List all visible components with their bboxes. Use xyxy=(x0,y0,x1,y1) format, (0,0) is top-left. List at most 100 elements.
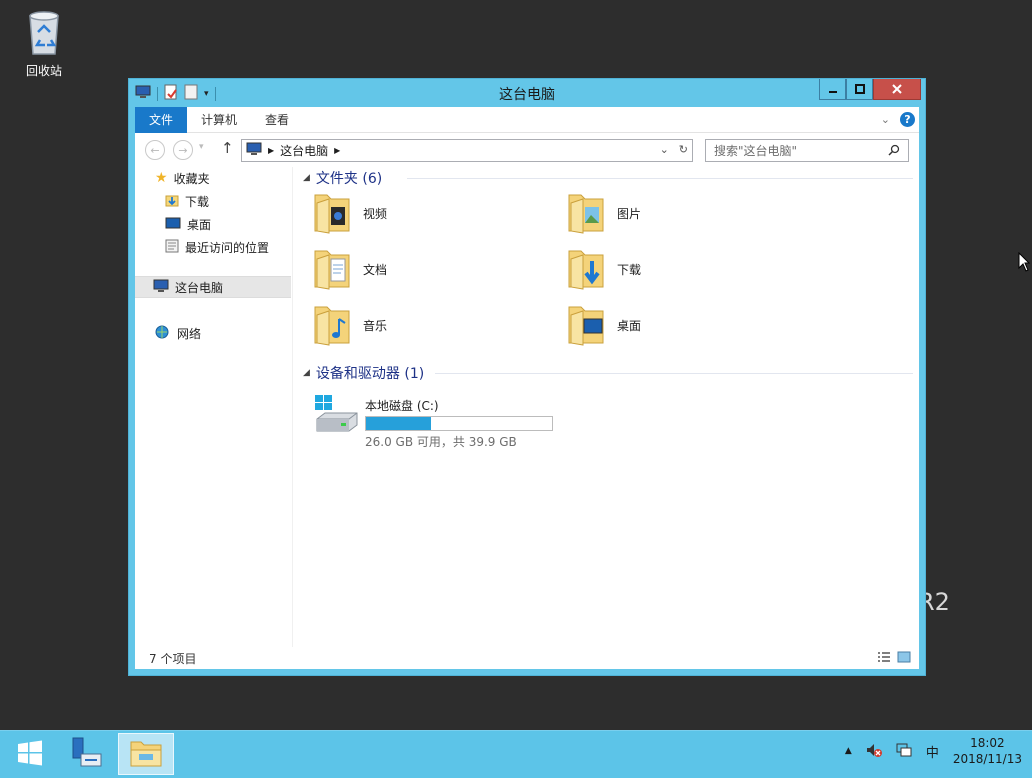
nav-network[interactable]: 网络 xyxy=(155,322,201,344)
nav-favorites-label: 收藏夹 xyxy=(173,171,210,186)
clock-time: 18:02 xyxy=(970,736,1005,750)
folder-item[interactable]: 图片 xyxy=(567,189,641,238)
folder-label: 桌面 xyxy=(617,319,642,333)
folder-label: 音乐 xyxy=(363,319,388,333)
network-icon xyxy=(155,325,171,342)
folder-item[interactable]: 桌面 xyxy=(567,301,641,350)
drive-usage-bar xyxy=(365,416,553,431)
folder-label: 文档 xyxy=(363,263,388,277)
folders-group-header[interactable]: ◢ 文件夹 (6) xyxy=(303,168,382,188)
collapse-triangle-icon[interactable]: ◢ xyxy=(303,368,310,378)
back-button[interactable]: ← xyxy=(145,140,165,160)
drive-usage-fill xyxy=(366,417,432,430)
explorer-window: ▾ 这台电脑 文件 计算机 查看 ⌄ ? ← → ▾ ↑ ▶ 这台电脑 ▶ ⌄ … xyxy=(128,78,926,676)
maximize-button[interactable] xyxy=(846,79,873,100)
drive-label: 本地磁盘 (C:) xyxy=(365,399,439,413)
group-divider xyxy=(407,178,913,179)
pictures-folder-icon xyxy=(567,189,607,238)
videos-folder-icon xyxy=(313,189,353,238)
breadcrumb-separator-icon[interactable]: ▶ xyxy=(268,146,274,155)
refresh-icon[interactable]: ↻ xyxy=(679,143,688,156)
nav-downloads-label: 下载 xyxy=(185,194,210,209)
details-view-icon[interactable] xyxy=(877,651,891,666)
desktop-folder-icon xyxy=(567,301,607,350)
nav-recent-places[interactable]: 最近访问的位置 xyxy=(165,236,269,258)
nav-downloads[interactable]: 下载 xyxy=(165,190,209,212)
recent-places-icon xyxy=(165,239,179,256)
window-title: 这台电脑 xyxy=(499,87,555,103)
folder-label: 下载 xyxy=(617,263,642,277)
star-icon: ★ xyxy=(155,170,168,186)
search-input[interactable]: 搜索"这台电脑" xyxy=(705,139,909,162)
start-button[interactable] xyxy=(2,733,58,775)
taskbar: ▲ 中 18:02 2018/11/13 xyxy=(0,730,1032,778)
title-bar[interactable]: ▾ 这台电脑 xyxy=(129,79,925,107)
tab-view[interactable]: 查看 xyxy=(251,108,303,132)
back-arrow-icon: ← xyxy=(150,143,160,157)
help-button[interactable]: ? xyxy=(900,112,915,127)
large-icons-view-icon[interactable] xyxy=(897,651,911,666)
recycle-bin-label: 回收站 xyxy=(25,64,62,78)
drive-free-space: 26.0 GB 可用，共 39.9 GB xyxy=(365,435,517,449)
drive-item-c[interactable]: 本地磁盘 (C:) 26.0 GB 可用，共 39.9 GB xyxy=(313,393,553,450)
tab-computer[interactable]: 计算机 xyxy=(187,108,251,132)
file-explorer-icon xyxy=(129,738,163,771)
documents-folder-icon xyxy=(313,245,353,294)
close-button[interactable] xyxy=(873,79,921,100)
speaker-muted-icon[interactable] xyxy=(866,742,882,761)
folder-label: 视频 xyxy=(363,207,388,221)
nav-desktop-label: 桌面 xyxy=(187,217,212,232)
clock[interactable]: 18:02 2018/11/13 xyxy=(953,735,1022,767)
devices-group-header[interactable]: ◢ 设备和驱动器 (1) xyxy=(303,363,424,383)
expand-ribbon-chevron-icon[interactable]: ⌄ xyxy=(881,113,890,126)
window-body: 文件 计算机 查看 ⌄ ? ← → ▾ ↑ ▶ 这台电脑 ▶ ⌄ ↻ 搜索"这台… xyxy=(135,106,919,669)
recent-locations-chevron-icon[interactable]: ▾ xyxy=(199,142,204,152)
minimize-button[interactable] xyxy=(819,79,846,100)
nav-desktop[interactable]: 桌面 xyxy=(165,213,211,235)
search-icon[interactable] xyxy=(888,144,900,159)
network-tray-icon[interactable] xyxy=(896,742,912,761)
breadcrumb-this-pc[interactable]: 这台电脑 xyxy=(280,142,328,159)
folder-item[interactable]: 文档 xyxy=(313,245,387,294)
nav-this-pc-label: 这台电脑 xyxy=(175,280,224,295)
show-hidden-icons-icon[interactable]: ▲ xyxy=(845,746,852,756)
breadcrumb-separator-icon[interactable]: ▶ xyxy=(334,146,340,155)
forward-arrow-icon: → xyxy=(178,143,188,157)
status-bar: 7 个项目 xyxy=(135,647,919,669)
downloads-icon xyxy=(165,193,179,210)
search-placeholder: 搜索"这台电脑" xyxy=(714,144,798,158)
content-pane: ◢ 文件夹 (6) 视频 图片 文档 下载 音乐 桌面 ◢ 设备和驱动器 (1)… xyxy=(295,167,915,637)
server-manager-taskbar-button[interactable] xyxy=(58,733,114,775)
nav-favorites[interactable]: ★ 收藏夹 xyxy=(155,167,210,189)
address-bar[interactable]: ▶ 这台电脑 ▶ ⌄ ↻ xyxy=(241,139,693,162)
up-arrow-icon[interactable]: ↑ xyxy=(221,139,234,157)
recycle-bin[interactable]: 回收站 xyxy=(16,8,72,79)
nav-recent-places-label: 最近访问的位置 xyxy=(185,240,270,255)
nav-network-label: 网络 xyxy=(177,326,202,341)
downloads-folder-icon xyxy=(567,245,607,294)
folder-item[interactable]: 音乐 xyxy=(313,301,387,350)
devices-header-label: 设备和驱动器 (1) xyxy=(315,366,425,382)
folder-item[interactable]: 下载 xyxy=(567,245,641,294)
this-pc-icon xyxy=(153,279,169,296)
tab-file[interactable]: 文件 xyxy=(135,106,188,133)
ime-indicator[interactable]: 中 xyxy=(926,742,939,761)
address-history-chevron-icon[interactable]: ⌄ xyxy=(660,143,669,156)
collapse-triangle-icon[interactable]: ◢ xyxy=(303,173,310,183)
forward-button[interactable]: → xyxy=(173,140,193,160)
desktop-icon xyxy=(165,217,181,232)
item-count: 7 个项目 xyxy=(149,651,197,666)
folder-item[interactable]: 视频 xyxy=(313,189,387,238)
nav-this-pc[interactable]: 这台电脑 xyxy=(135,276,291,298)
system-tray: ▲ 中 18:02 2018/11/13 xyxy=(845,735,1022,767)
ribbon-tabs: 文件 计算机 查看 ⌄ ? xyxy=(135,106,919,133)
windows-logo-icon xyxy=(17,740,43,769)
file-explorer-taskbar-button[interactable] xyxy=(118,733,174,775)
recycle-bin-icon xyxy=(24,8,64,58)
music-folder-icon xyxy=(313,301,353,350)
folders-header-label: 文件夹 (6) xyxy=(315,171,383,187)
this-pc-address-icon xyxy=(246,142,262,159)
server-manager-icon xyxy=(69,736,103,773)
folder-label: 图片 xyxy=(617,207,642,221)
navigation-pane: ★ 收藏夹 下载 桌面 最近访问的位置 这台电脑 网络 xyxy=(135,167,293,647)
